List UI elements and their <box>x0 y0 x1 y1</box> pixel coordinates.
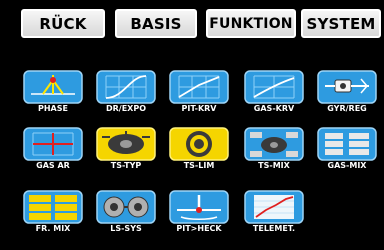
menu-item-pit-krv[interactable]: PIT-KRV <box>169 70 229 113</box>
menu-item-label: LS-SYS <box>110 224 142 233</box>
swashplate-mix-icon <box>244 127 304 161</box>
free-mix-icon <box>23 190 83 224</box>
swashplate-type-icon <box>96 127 156 161</box>
throttle-mix-icon <box>317 127 377 161</box>
menu-item-ts-typ[interactable]: TS-TYP <box>96 127 156 170</box>
menu-item-gas-krv[interactable]: GAS-KRV <box>244 70 304 113</box>
menu-item-gas-ar[interactable]: GAS AR <box>23 127 83 170</box>
telemetry-icon <box>244 190 304 224</box>
gyro-governor-icon <box>317 70 377 104</box>
throttle-curve-icon <box>244 70 304 104</box>
tab-back[interactable]: RÜCK <box>21 9 105 38</box>
menu-item-label: TS-LIM <box>183 161 215 170</box>
menu-item-ts-mix[interactable]: TS-MIX <box>244 127 304 170</box>
menu-item-label: PIT-KRV <box>181 104 217 113</box>
dr-expo-icon <box>96 70 156 104</box>
tab-basis[interactable]: BASIS <box>115 9 197 38</box>
swashplate-limit-icon <box>169 127 229 161</box>
menu-item-label: GAS-MIX <box>327 161 367 170</box>
menu-item-gas-mix[interactable]: GAS-MIX <box>317 127 377 170</box>
tab-funktion[interactable]: FUNKTION <box>206 9 296 38</box>
tab-bar: RÜCK BASIS FUNKTION SYSTEM <box>0 0 384 50</box>
menu-item-label: PIT>HECK <box>176 224 222 233</box>
menu-item-ts-lim[interactable]: TS-LIM <box>169 127 229 170</box>
tab-system[interactable]: SYSTEM <box>301 9 381 38</box>
throttle-ar-icon <box>23 127 83 161</box>
menu-item-pit-heck[interactable]: PIT>HECK <box>169 190 229 233</box>
menu-item-label: TELEMET. <box>252 224 296 233</box>
pitch-tail-icon <box>169 190 229 224</box>
menu-item-telemet[interactable]: TELEMET. <box>244 190 304 233</box>
menu-item-label: FR. MIX <box>35 224 71 233</box>
menu-item-label: DR/EXPO <box>105 104 147 113</box>
menu-item-label: TS-TYP <box>110 161 142 170</box>
menu-item-label: TS-MIX <box>258 161 290 170</box>
menu-item-label: GAS AR <box>36 161 70 170</box>
logical-switch-icon <box>96 190 156 224</box>
menu-item-gyr-reg[interactable]: GYR/REG <box>317 70 377 113</box>
menu-item-dr-expo[interactable]: DR/EXPO <box>96 70 156 113</box>
menu-item-fr-mix[interactable]: FR. MIX <box>23 190 83 233</box>
pitch-curve-icon <box>169 70 229 104</box>
menu-item-label: GAS-KRV <box>253 104 295 113</box>
phase-icon <box>23 70 83 104</box>
menu-item-label: GYR/REG <box>327 104 367 113</box>
menu-item-label: PHASE <box>38 104 68 113</box>
menu-item-ls-sys[interactable]: LS-SYS <box>96 190 156 233</box>
menu-item-phase[interactable]: PHASE <box>23 70 83 113</box>
